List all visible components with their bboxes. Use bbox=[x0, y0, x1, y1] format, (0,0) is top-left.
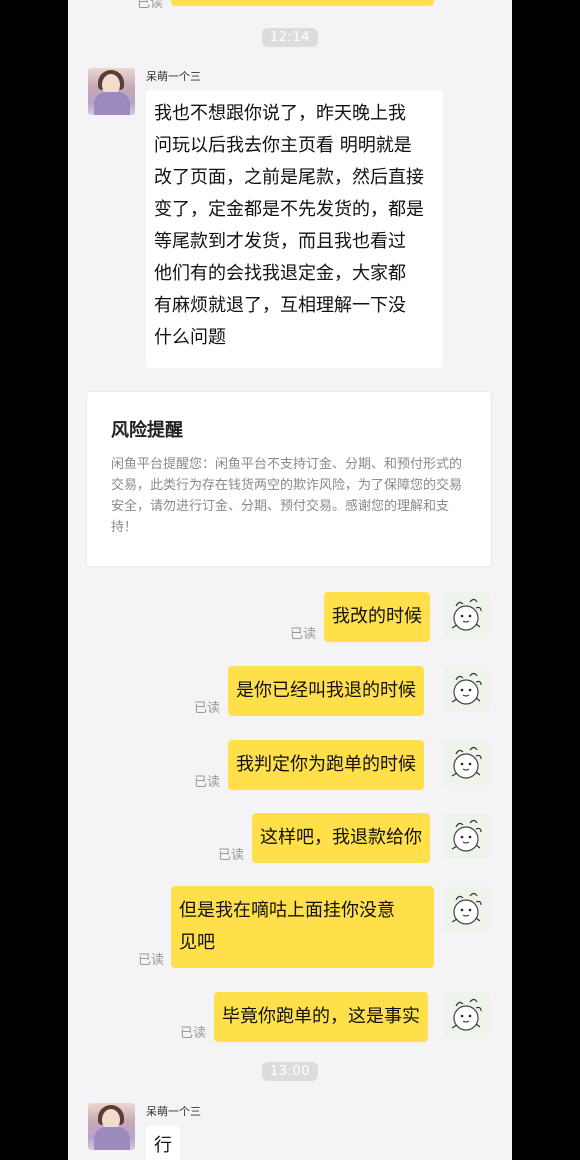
risk-notice-card: 风险提醒 闲鱼平台提醒您：闲鱼平台不支持订金、分期、和预付形式的交易，此类行为存… bbox=[86, 391, 492, 567]
risk-notice-title: 风险提醒 bbox=[111, 420, 183, 441]
my-avatar[interactable] bbox=[444, 666, 490, 712]
read-status: 已读 bbox=[137, 0, 164, 11]
my-avatar[interactable] bbox=[444, 992, 490, 1038]
cartoon-avatar-icon bbox=[451, 672, 482, 705]
my-avatar[interactable] bbox=[444, 886, 490, 932]
read-status: 已读 bbox=[194, 701, 221, 716]
cartoon-avatar-icon bbox=[451, 598, 482, 631]
read-status: 已读 bbox=[194, 775, 221, 790]
read-status: 已读 bbox=[218, 848, 245, 863]
chat-bubble-partial[interactable] bbox=[171, 0, 434, 6]
message-bubble-sent[interactable]: 毕竟你跑单的，这是事实 bbox=[214, 992, 428, 1042]
read-status: 已读 bbox=[138, 953, 165, 968]
message-bubble-sent[interactable]: 我改的时候 bbox=[324, 592, 430, 642]
sender-name: 呆萌一个三 bbox=[146, 70, 201, 83]
message-bubble-received[interactable]: 行 bbox=[146, 1126, 180, 1160]
cartoon-avatar-icon bbox=[451, 998, 482, 1031]
my-avatar[interactable] bbox=[444, 813, 490, 859]
cartoon-avatar-icon bbox=[451, 746, 482, 779]
read-status: 已读 bbox=[180, 1026, 207, 1041]
read-status: 已读 bbox=[290, 627, 317, 642]
message-bubble-received[interactable]: 我也不想跟你说了，昨天晚上我 问玩以后我去你主页看 明明就是 改了页面，之前是尾… bbox=[146, 90, 443, 368]
sender-name: 呆萌一个三 bbox=[146, 1105, 201, 1118]
cartoon-avatar-icon bbox=[451, 819, 482, 852]
contact-avatar[interactable] bbox=[88, 68, 135, 115]
timestamp: 12:14 bbox=[262, 28, 318, 47]
message-bubble-sent[interactable]: 是你已经叫我退的时候 bbox=[228, 666, 424, 716]
cartoon-avatar-icon bbox=[451, 892, 482, 925]
timestamp: 13:00 bbox=[262, 1062, 318, 1081]
message-bubble-sent[interactable]: 我判定你为跑单的时候 bbox=[228, 740, 424, 790]
contact-avatar[interactable] bbox=[88, 1103, 135, 1150]
message-bubble-sent[interactable]: 但是我在嘀咕上面挂你没意 见吧 bbox=[171, 886, 434, 968]
message-bubble-sent[interactable]: 这样吧，我退款给你 bbox=[252, 813, 430, 863]
my-avatar[interactable] bbox=[444, 740, 490, 786]
my-avatar[interactable] bbox=[444, 592, 490, 638]
chat-screen: 已读 12:14 呆萌一个三 我也不想跟你说了，昨天晚上我 问玩以后我去你主页看… bbox=[68, 0, 512, 1160]
risk-notice-body: 闲鱼平台提醒您：闲鱼平台不支持订金、分期、和预付形式的交易，此类行为存在钱货两空… bbox=[111, 457, 463, 535]
